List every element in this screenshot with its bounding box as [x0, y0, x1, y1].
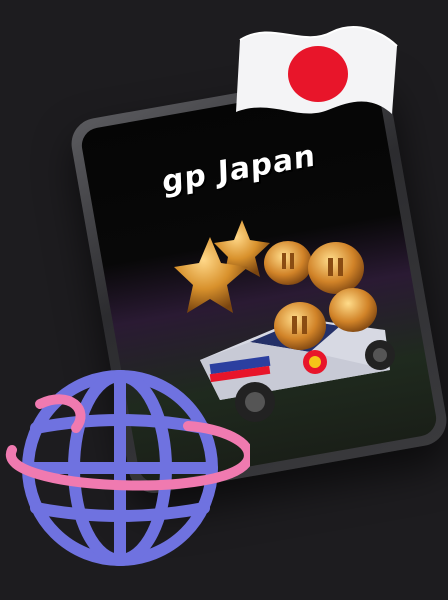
gold-coins-icon	[264, 241, 377, 350]
globe-icon	[5, 370, 250, 566]
japan-flag-icon	[236, 26, 398, 115]
promo-scene: gp Japan	[0, 0, 448, 600]
game-title: gp Japan	[161, 138, 317, 201]
